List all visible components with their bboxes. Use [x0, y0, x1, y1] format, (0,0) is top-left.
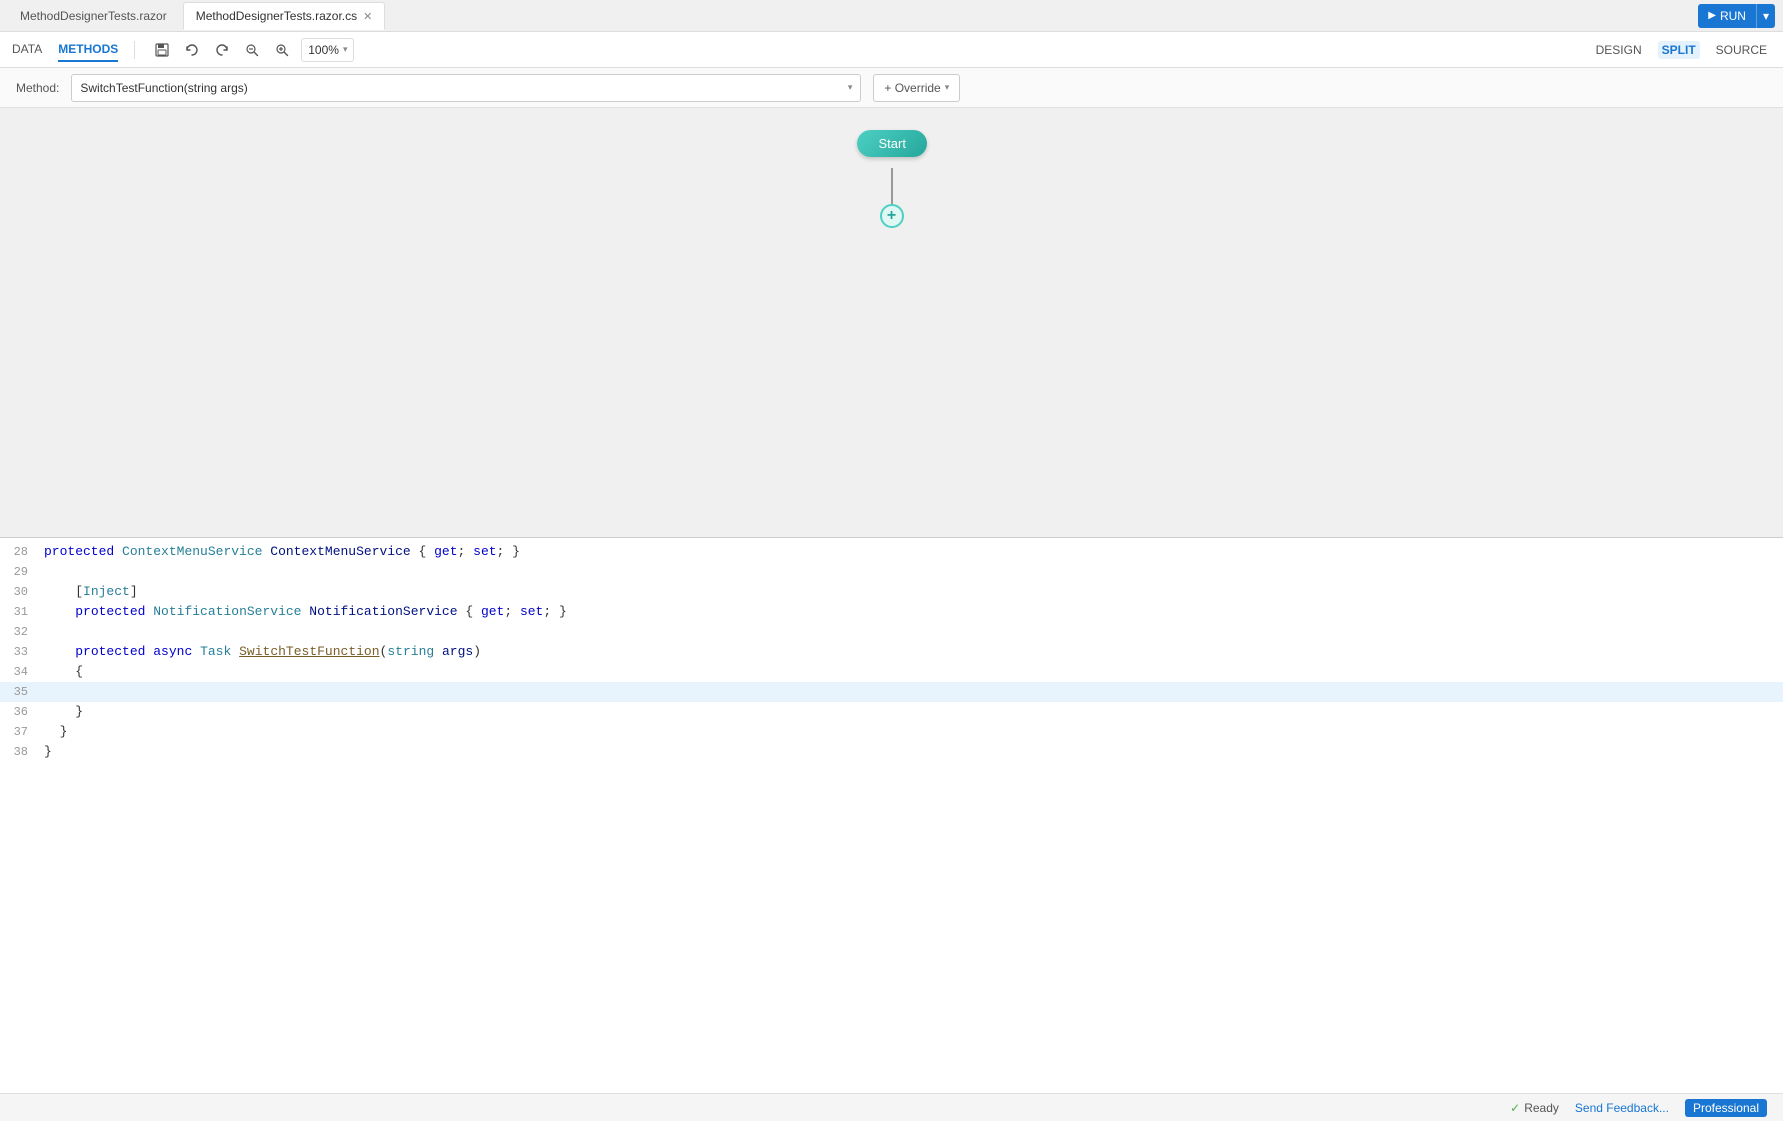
professional-badge: Professional — [1685, 1099, 1767, 1117]
line-content-33: protected async Task SwitchTestFunction(… — [40, 642, 1783, 662]
view-tabs: DESIGN SPLIT SOURCE — [1592, 41, 1771, 59]
code-line-31: 31 protected NotificationService Notific… — [0, 602, 1783, 622]
code-line-33: 33 protected async Task SwitchTestFuncti… — [0, 642, 1783, 662]
main-area: Start + 28 protected ContextMenuService … — [0, 108, 1783, 1093]
code-line-38: 38 } — [0, 742, 1783, 762]
line-num-29: 29 — [0, 562, 40, 582]
override-button[interactable]: + Override ▾ — [873, 74, 960, 102]
line-content-34: { — [40, 662, 1783, 682]
code-line-32: 32 — [0, 622, 1783, 642]
method-select[interactable]: SwitchTestFunction(string args) ▾ — [71, 74, 861, 102]
designer-area: Start + — [0, 108, 1783, 538]
zoom-dropdown-icon: ▾ — [343, 44, 348, 55]
tab-razor-label: MethodDesignerTests.razor — [20, 9, 167, 23]
code-line-30: 30 [Inject] — [0, 582, 1783, 602]
override-label: + Override — [884, 81, 940, 95]
tab-razor-cs[interactable]: MethodDesignerTests.razor.cs ✕ — [183, 2, 386, 30]
undo-icon[interactable] — [181, 39, 203, 61]
method-select-arrow: ▾ — [848, 82, 853, 93]
line-content-28: protected ContextMenuService ContextMenu… — [40, 542, 1783, 562]
tab-bar: MethodDesignerTests.razor MethodDesigner… — [0, 0, 1783, 32]
start-node[interactable]: Start — [857, 130, 927, 157]
zoom-out-icon[interactable] — [241, 39, 263, 61]
status-bar: ✓ Ready Send Feedback... Professional — [0, 1093, 1783, 1121]
line-num-30: 30 — [0, 582, 40, 602]
secondary-toolbar-left: DATA METHODS — [12, 38, 354, 62]
nav-tabs: DATA METHODS — [12, 38, 118, 62]
line-content-35 — [40, 682, 1783, 702]
tab-razor-cs-label: MethodDesignerTests.razor.cs — [196, 9, 357, 23]
line-num-28: 28 — [0, 542, 40, 562]
line-content-37: } — [40, 722, 1783, 742]
line-num-33: 33 — [0, 642, 40, 662]
zoom-in-icon[interactable] — [271, 39, 293, 61]
secondary-toolbar: DATA METHODS — [0, 32, 1783, 68]
view-tab-split[interactable]: SPLIT — [1658, 41, 1700, 59]
line-num-34: 34 — [0, 662, 40, 682]
line-content-32 — [40, 622, 1783, 642]
method-label: Method: — [16, 81, 59, 95]
code-line-37: 37 } — [0, 722, 1783, 742]
line-num-31: 31 — [0, 602, 40, 622]
toolbar-separator — [134, 41, 135, 59]
line-content-38: } — [40, 742, 1783, 762]
code-line-35: 35 — [0, 682, 1783, 702]
zoom-control[interactable]: 100% ▾ — [301, 38, 354, 62]
code-line-28: 28 protected ContextMenuService ContextM… — [0, 542, 1783, 562]
line-content-31: protected NotificationService Notificati… — [40, 602, 1783, 622]
method-bar: Method: SwitchTestFunction(string args) … — [0, 68, 1783, 108]
redo-icon[interactable] — [211, 39, 233, 61]
add-node-icon: + — [887, 207, 896, 225]
toolbar-icons: 100% ▾ — [151, 38, 354, 62]
override-arrow: ▾ — [945, 82, 950, 93]
line-num-36: 36 — [0, 702, 40, 722]
tab-bar-left: MethodDesignerTests.razor MethodDesigner… — [8, 2, 385, 30]
view-tab-source[interactable]: SOURCE — [1712, 41, 1771, 59]
start-node-label: Start — [879, 136, 906, 151]
line-num-32: 32 — [0, 622, 40, 642]
zoom-level: 100% — [308, 43, 339, 57]
code-line-29: 29 — [0, 562, 1783, 582]
send-feedback-link[interactable]: Send Feedback... — [1575, 1101, 1669, 1115]
connector-line — [891, 168, 893, 204]
code-line-34: 34 { — [0, 662, 1783, 682]
code-line-36: 36 } — [0, 702, 1783, 722]
run-button[interactable]: ▶ RUN ▾ — [1698, 4, 1775, 28]
line-num-37: 37 — [0, 722, 40, 742]
line-content-36: } — [40, 702, 1783, 722]
line-content-30: [Inject] — [40, 582, 1783, 602]
status-ready: ✓ Ready — [1510, 1101, 1559, 1115]
line-content-29 — [40, 562, 1783, 582]
tab-razor[interactable]: MethodDesignerTests.razor — [8, 2, 179, 30]
status-check-icon: ✓ — [1510, 1101, 1520, 1115]
line-num-38: 38 — [0, 742, 40, 762]
run-button-label: RUN — [1720, 9, 1746, 23]
code-editor[interactable]: 28 protected ContextMenuService ContextM… — [0, 538, 1783, 1093]
run-play-icon: ▶ — [1708, 10, 1716, 21]
nav-tab-methods[interactable]: METHODS — [58, 38, 118, 62]
line-num-35: 35 — [0, 682, 40, 702]
status-ready-label: Ready — [1524, 1101, 1559, 1115]
add-node-button[interactable]: + — [880, 204, 904, 228]
tab-close-icon[interactable]: ✕ — [363, 10, 372, 23]
method-select-value: SwitchTestFunction(string args) — [80, 81, 843, 95]
code-area: 28 protected ContextMenuService ContextM… — [0, 538, 1783, 1093]
run-dropdown-arrow[interactable]: ▾ — [1756, 4, 1775, 28]
nav-tab-data[interactable]: DATA — [12, 38, 42, 62]
save-icon[interactable] — [151, 39, 173, 61]
view-tab-design[interactable]: DESIGN — [1592, 41, 1646, 59]
run-button-main: ▶ RUN — [1698, 4, 1756, 28]
